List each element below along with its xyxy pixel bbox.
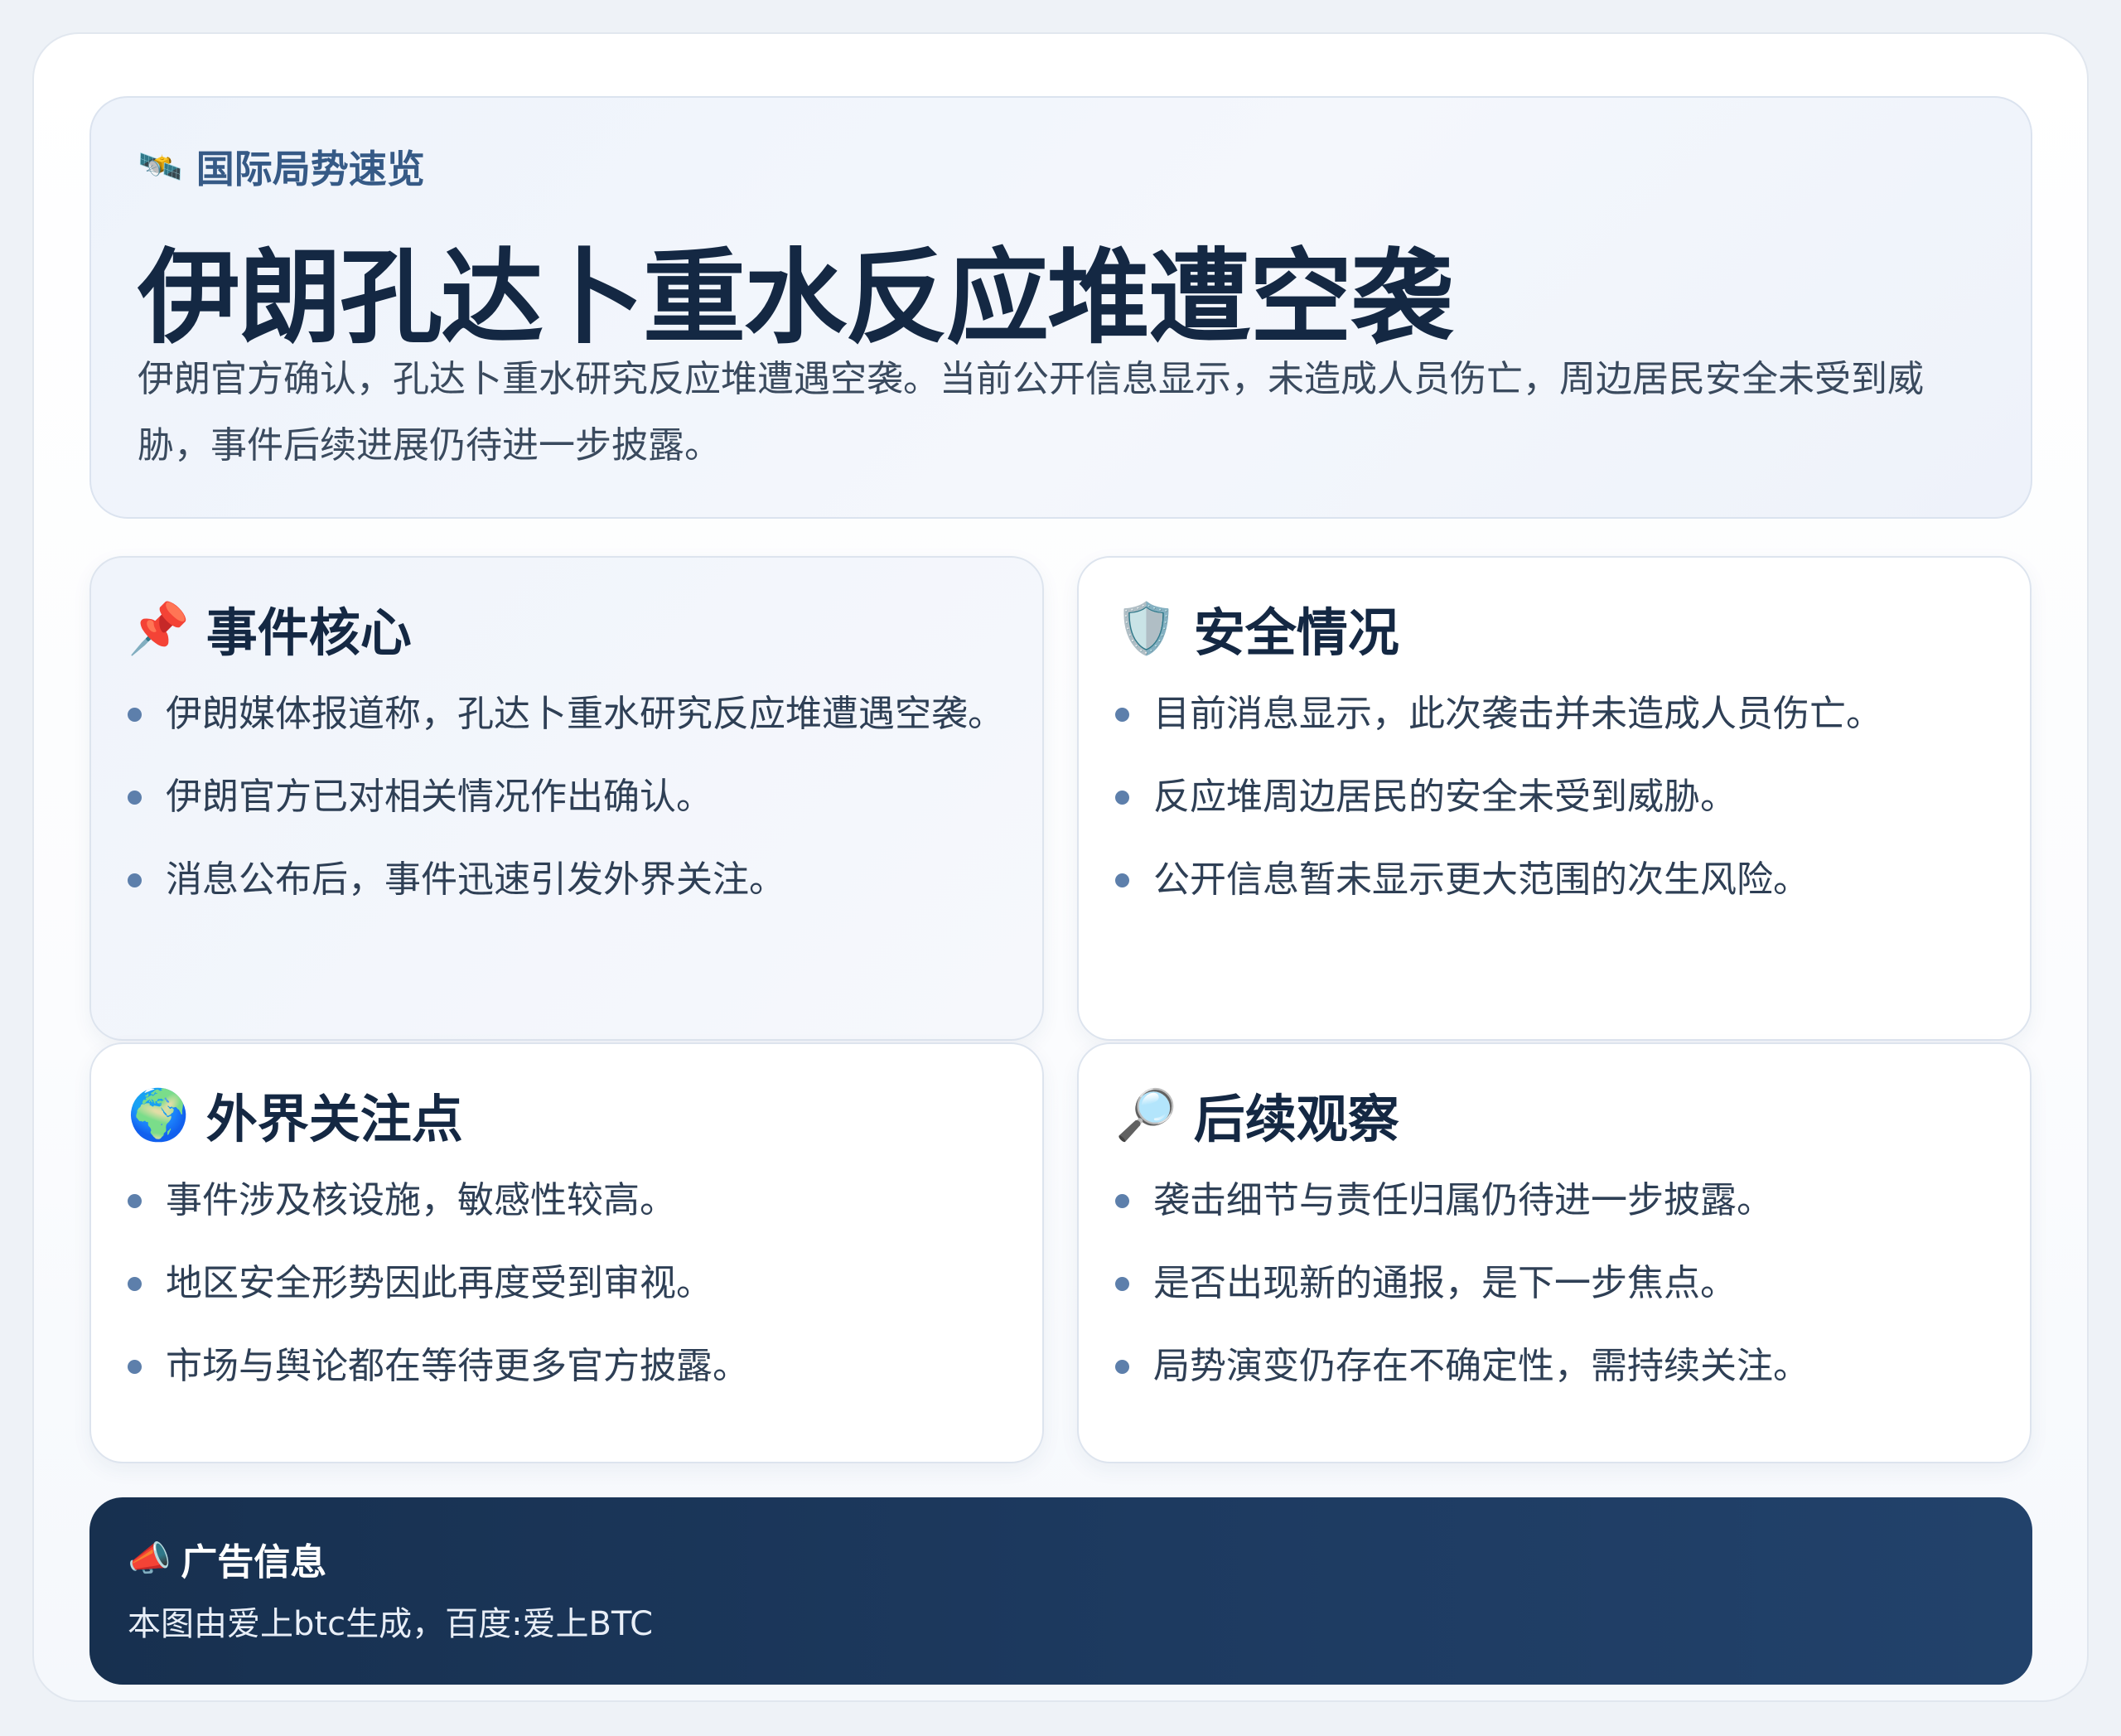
ad-text: 本图由爱上btc生成，百度:爱上BTC <box>128 1605 654 1643</box>
card-title: 事件核心 <box>205 602 412 663</box>
card-safety: 🛡️ 安全情况 目前消息显示，此次袭击并未造成人员伤亡。 反应堆周边居民的安全未… <box>1077 556 2032 1041</box>
card-event-core: 📌 事件核心 伊朗媒体报道称，孔达卜重水研究反应堆遭遇空袭。 伊朗官方已对相关情… <box>89 556 1044 1041</box>
card-external-focus: 🌍 外界关注点 事件涉及核设施，敏感性较高。 地区安全形势因此再度受到审视。 市… <box>89 1042 1044 1463</box>
list-item: 反应堆周边居民的安全未受到威胁。 <box>1115 765 1993 829</box>
kicker: 🛰️ 国际局势速览 <box>138 139 425 194</box>
card-heading: 🔎 后续观察 <box>1115 1077 1399 1152</box>
magnifier-icon: 🔎 <box>1115 1086 1177 1144</box>
satellite-icon: 🛰️ <box>138 146 183 188</box>
page-card: 🛰️ 国际局势速览 伊朗孔达卜重水反应堆遭空袭 伊朗官方确认，孔达卜重水研究反应… <box>32 32 2089 1702</box>
list-item: 伊朗媒体报道称，孔达卜重水研究反应堆遭遇空袭。 <box>128 682 1006 747</box>
list-item: 是否出现新的通报，是下一步焦点。 <box>1115 1251 1993 1316</box>
list-item: 公开信息暂未显示更大范围的次生风险。 <box>1115 848 1993 912</box>
ad-heading: 📣 广告信息 <box>128 1532 326 1585</box>
card-heading: 📌 事件核心 <box>128 591 412 665</box>
bullet-list: 目前消息显示，此次袭击并未造成人员伤亡。 反应堆周边居民的安全未受到威胁。 公开… <box>1115 682 1993 931</box>
globe-icon: 🌍 <box>128 1086 190 1144</box>
hero-section: 🛰️ 国际局势速览 伊朗孔达卜重水反应堆遭空袭 伊朗官方确认，孔达卜重水研究反应… <box>89 96 2032 519</box>
list-item: 消息公布后，事件迅速引发外界关注。 <box>128 848 1006 912</box>
card-title: 外界关注点 <box>205 1089 463 1149</box>
pushpin-icon: 📌 <box>128 599 190 658</box>
card-follow-up: 🔎 后续观察 袭击细节与责任归属仍待进一步披露。 是否出现新的通报，是下一步焦点… <box>1077 1042 2032 1463</box>
list-item: 伊朗官方已对相关情况作出确认。 <box>128 765 1006 829</box>
ad-banner: 📣 广告信息 本图由爱上btc生成，百度:爱上BTC <box>89 1497 2032 1685</box>
bullet-list: 事件涉及核设施，敏感性较高。 地区安全形势因此再度受到审视。 市场与舆论都在等待… <box>128 1168 1006 1417</box>
page-title: 伊朗孔达卜重水反应堆遭空袭 <box>138 239 1453 358</box>
list-item: 目前消息显示，此次袭击并未造成人员伤亡。 <box>1115 682 1993 747</box>
card-title: 后续观察 <box>1193 1089 1399 1149</box>
list-item: 事件涉及核设施，敏感性较高。 <box>128 1168 1006 1233</box>
bullet-list: 伊朗媒体报道称，孔达卜重水研究反应堆遭遇空袭。 伊朗官方已对相关情况作出确认。 … <box>128 682 1006 931</box>
shield-icon: 🛡️ <box>1115 599 1177 658</box>
card-heading: 🛡️ 安全情况 <box>1115 591 1399 665</box>
megaphone-icon: 📣 <box>128 1538 172 1579</box>
bullet-list: 袭击细节与责任归属仍待进一步披露。 是否出现新的通报，是下一步焦点。 局势演变仍… <box>1115 1168 1993 1417</box>
card-title: 安全情况 <box>1193 602 1399 663</box>
ad-title: 广告信息 <box>181 1541 327 1584</box>
page-description: 伊朗官方确认，孔达卜重水研究反应堆遭遇空袭。当前公开信息显示，未造成人员伤亡，周… <box>138 358 1924 467</box>
list-item: 地区安全形势因此再度受到审视。 <box>128 1251 1006 1316</box>
card-heading: 🌍 外界关注点 <box>128 1077 463 1152</box>
kicker-label: 国际局势速览 <box>196 147 425 191</box>
list-item: 袭击细节与责任归属仍待进一步披露。 <box>1115 1168 1993 1233</box>
list-item: 局势演变仍存在不确定性，需持续关注。 <box>1115 1334 1993 1399</box>
list-item: 市场与舆论都在等待更多官方披露。 <box>128 1334 1006 1399</box>
